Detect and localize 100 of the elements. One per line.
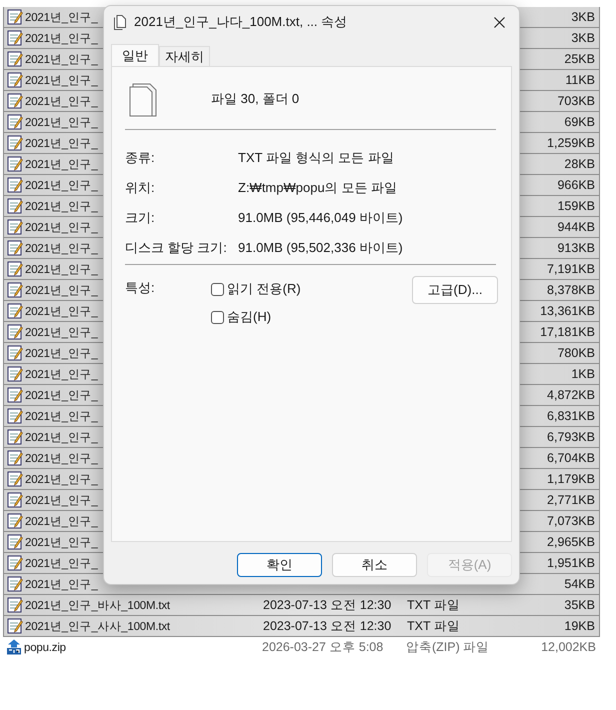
- notepad-icon: [7, 282, 23, 298]
- checkbox-label[interactable]: 읽기 전용(R): [227, 279, 301, 299]
- file-name: 2021년_인구_: [25, 264, 98, 276]
- property-label: 디스크 할당 크기:: [125, 240, 227, 255]
- notepad-icon: [7, 9, 23, 25]
- file-name: 2021년_인구_: [25, 159, 98, 171]
- checkbox-label[interactable]: 숨김(H): [227, 307, 272, 327]
- file-size: 25KB: [564, 50, 595, 68]
- file-size: 3KB: [571, 30, 595, 47]
- notepad-icon: [7, 303, 23, 319]
- notepad-icon: [7, 471, 23, 487]
- file-type: 압축(ZIP) 파일: [406, 640, 490, 654]
- archive-icon: [6, 639, 22, 655]
- file-name: 2021년_인구_: [25, 579, 98, 591]
- file-size: 966KB: [557, 176, 595, 194]
- file-name: 2021년_인구_사사_100M.txt: [25, 621, 170, 633]
- file-row[interactable]: popu.zip 2026-03-27 오후 5:08 압축(ZIP) 파일 12,002KB: [3, 637, 600, 658]
- notepad-icon: [7, 219, 23, 235]
- tab[interactable]: 일반: [111, 44, 159, 67]
- dialog-button[interactable]: 취소: [332, 553, 417, 577]
- file-date: 2023-07-13 오전 12:30: [263, 619, 392, 633]
- file-name: 2021년_인구_: [25, 201, 98, 213]
- window-title: 2021년_인구_나다_100M.txt, ... 속성: [134, 13, 348, 32]
- notepad-icon: [7, 618, 23, 634]
- file-size: 69KB: [564, 114, 595, 131]
- file-name: 2021년_인구_: [25, 75, 98, 87]
- notepad-icon: [7, 156, 23, 172]
- close-icon[interactable]: [494, 16, 505, 28]
- file-size: 1,951KB: [547, 554, 595, 572]
- notepad-icon: [7, 534, 23, 550]
- notepad-icon: [7, 366, 23, 382]
- file-size: 28KB: [564, 156, 595, 173]
- file-size: 913KB: [557, 240, 595, 257]
- file-name: 2021년_인구_: [25, 12, 98, 24]
- notepad-icon: [7, 429, 23, 445]
- file-size: 7,191KB: [547, 260, 595, 278]
- checkbox[interactable]: [211, 310, 224, 324]
- file-type: TXT 파일: [407, 598, 460, 612]
- notepad-icon: [7, 555, 23, 571]
- file-type: TXT 파일: [407, 619, 460, 633]
- file-size: 159KB: [557, 198, 595, 215]
- file-name: 2021년_인구_: [25, 285, 98, 297]
- file-size: 8,378KB: [547, 282, 595, 299]
- file-name: 2021년_인구_: [25, 474, 98, 486]
- notepad-icon: [7, 324, 23, 340]
- file-size: 6,704KB: [547, 450, 595, 467]
- notepad-icon: [7, 261, 23, 277]
- attributes-label: 특성:: [125, 279, 155, 297]
- selection-summary: 파일 30, 폴더 0: [211, 90, 300, 108]
- notepad-icon: [7, 177, 23, 193]
- tab[interactable]: 자세히: [159, 46, 210, 66]
- file-size: 1,259KB: [547, 134, 595, 152]
- file-name: 2021년_인구_: [25, 369, 98, 381]
- file-date: 2023-07-13 오전 12:30: [263, 598, 392, 612]
- dialog-button[interactable]: 확인: [237, 553, 322, 577]
- file-name: popu.zip: [24, 642, 66, 654]
- file-size: 35KB: [564, 596, 595, 614]
- property-value: TXT 파일 형식의 모든 파일: [238, 149, 394, 168]
- notepad-icon: [7, 30, 23, 46]
- file-size: 19KB: [564, 618, 595, 635]
- property-label: 위치:: [125, 180, 155, 195]
- property-value: Z:₩tmp₩popu의 모든 파일: [238, 179, 397, 198]
- file-size: 17,181KB: [540, 324, 595, 341]
- notepad-icon: [7, 135, 23, 151]
- file-name: 2021년_인구_: [25, 432, 98, 444]
- selected-file-row[interactable]: 2021년_인구_바사_100M.txt 2023-07-13 오전 12:30 TXT 파일 35KB: [3, 595, 600, 616]
- checkbox[interactable]: [211, 282, 224, 296]
- file-size: 944KB: [557, 218, 595, 236]
- notepad-icon: [7, 51, 23, 67]
- file-name: 2021년_인구_바사_100M.txt: [25, 600, 170, 612]
- file-size: 2,771KB: [547, 492, 595, 509]
- file-size: 1KB: [571, 366, 595, 383]
- property-label: 크기:: [125, 210, 155, 225]
- file-name: 2021년_인구_: [25, 453, 98, 465]
- file-size: 6,793KB: [547, 428, 595, 446]
- notepad-icon: [7, 408, 23, 424]
- file-size: 13,361KB: [540, 302, 595, 320]
- file-name: 2021년_인구_: [25, 348, 98, 360]
- file-name: 2021년_인구_: [25, 117, 98, 129]
- notepad-icon: [7, 198, 23, 214]
- file-size: 11KB: [565, 72, 595, 89]
- selected-file-row[interactable]: 2021년_인구_사사_100M.txt 2023-07-13 오전 12:30 TXT 파일 19KB: [3, 616, 600, 637]
- notepad-icon: [7, 450, 23, 466]
- file-size: 7,073KB: [547, 512, 595, 530]
- notepad-icon: [7, 576, 23, 592]
- file-name: 2021년_인구_: [25, 390, 98, 402]
- file-name: 2021년_인구_: [25, 33, 98, 45]
- file-name: 2021년_인구_: [25, 411, 98, 423]
- advanced-button[interactable]: 고급(D)...: [412, 276, 498, 304]
- file-size: 780KB: [557, 344, 595, 362]
- document-icon: [114, 14, 126, 30]
- file-name: 2021년_인구_: [25, 558, 98, 570]
- file-date: 2026-03-27 오후 5:08: [262, 640, 384, 654]
- file-size: 2,965KB: [547, 534, 595, 551]
- property-value: 91.0MB (95,502,336 바이트): [238, 239, 403, 258]
- file-size: 703KB: [557, 92, 595, 110]
- notepad-icon: [7, 72, 23, 88]
- file-size: 6,831KB: [547, 408, 595, 425]
- file-name: 2021년_인구_: [25, 495, 98, 507]
- notepad-icon: [7, 93, 23, 109]
